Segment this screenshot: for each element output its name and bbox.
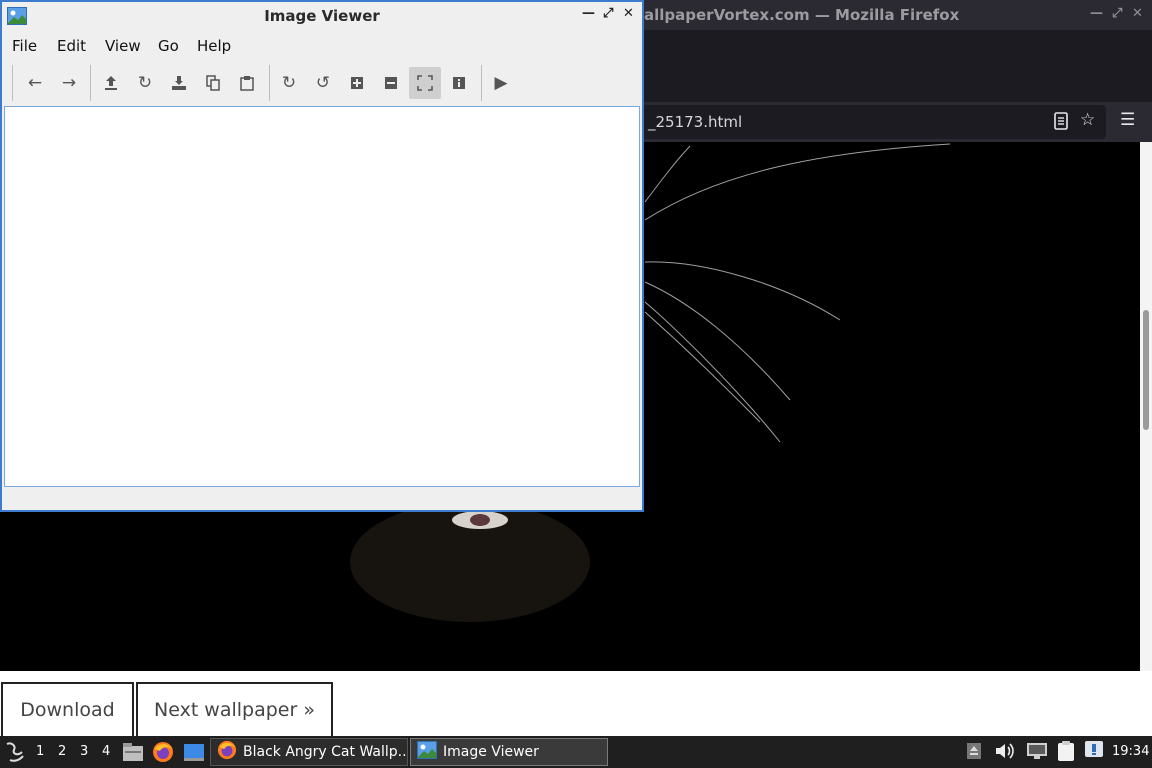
task-image-viewer[interactable]: Image Viewer bbox=[410, 738, 608, 766]
desktop-2[interactable]: 2 bbox=[58, 744, 66, 759]
close-icon[interactable]: ✕ bbox=[623, 6, 634, 21]
network-icon[interactable] bbox=[1026, 741, 1048, 765]
arrow-left-icon[interactable]: ← bbox=[19, 67, 51, 99]
menu-go[interactable]: Go bbox=[158, 37, 179, 55]
reload-icon[interactable]: ↻ bbox=[129, 67, 161, 99]
taskbar: 1 2 3 4 Black Angry Cat Wallp... Image V… bbox=[0, 736, 1152, 768]
url-text[interactable]: _25173.html bbox=[648, 113, 742, 131]
copy-icon[interactable] bbox=[197, 67, 229, 99]
desktop-icon[interactable] bbox=[183, 742, 205, 766]
firefox-window-title: allpaperVortex.com — Mozilla Firefox bbox=[644, 6, 960, 24]
paste-icon[interactable] bbox=[231, 67, 263, 99]
menu-view[interactable]: View bbox=[105, 37, 141, 55]
minimize-icon[interactable]: — bbox=[582, 6, 595, 21]
task-label: Black Angry Cat Wallp... bbox=[243, 744, 408, 760]
slideshow-icon[interactable]: ▶ bbox=[485, 67, 517, 99]
close-icon[interactable]: ✕ bbox=[1132, 6, 1143, 21]
menu-file[interactable]: File bbox=[12, 37, 37, 55]
eject-icon[interactable] bbox=[966, 742, 982, 764]
page-scrollbar-thumb[interactable] bbox=[1143, 310, 1149, 430]
start-menu-icon[interactable] bbox=[4, 740, 26, 768]
desktop-1[interactable]: 1 bbox=[36, 744, 44, 759]
maximize-icon[interactable]: ⤢ bbox=[603, 6, 613, 21]
bookmark-star-icon[interactable]: ☆ bbox=[1080, 110, 1095, 130]
menubar: File Edit View Go Help bbox=[2, 30, 642, 60]
next-wallpaper-button[interactable]: Next wallpaper » bbox=[136, 682, 333, 738]
firefox-icon bbox=[217, 740, 237, 764]
toolbar-separator bbox=[269, 65, 270, 101]
clock: 19:34 bbox=[1112, 744, 1150, 759]
notification-icon[interactable] bbox=[1084, 740, 1106, 766]
desktop-screen: allpaperVortex.com — Mozilla Firefox — ⤢… bbox=[0, 0, 1152, 768]
image-viewer-icon bbox=[417, 741, 437, 763]
toolbar-separator bbox=[90, 65, 91, 101]
toolbar-separator bbox=[12, 65, 13, 101]
upload-icon[interactable] bbox=[95, 67, 127, 99]
toolbar-separator bbox=[481, 65, 482, 101]
hamburger-menu-icon[interactable]: ☰ bbox=[1120, 110, 1135, 130]
clipboard-icon[interactable] bbox=[1056, 740, 1076, 766]
task-label: Image Viewer bbox=[443, 744, 539, 760]
firefox-launcher-icon[interactable] bbox=[152, 741, 174, 767]
image-viewer-window: Image Viewer — ⤢ ✕ File Edit View Go Hel… bbox=[0, 0, 644, 512]
reader-view-icon[interactable] bbox=[1053, 112, 1069, 135]
menu-help[interactable]: Help bbox=[197, 37, 231, 55]
save-icon[interactable] bbox=[163, 67, 195, 99]
desktop-4[interactable]: 4 bbox=[102, 744, 110, 759]
download-button[interactable]: Download bbox=[1, 682, 134, 738]
image-canvas[interactable] bbox=[4, 106, 640, 487]
zoom-out-icon[interactable] bbox=[375, 67, 407, 99]
arrow-right-icon[interactable]: → bbox=[53, 67, 85, 99]
zoom-in-icon[interactable] bbox=[341, 67, 373, 99]
file-manager-icon[interactable] bbox=[122, 742, 144, 766]
fit-icon[interactable] bbox=[409, 67, 441, 99]
rotate-ccw-icon[interactable]: ↺ bbox=[307, 67, 339, 99]
window-title: Image Viewer bbox=[264, 7, 380, 25]
menu-edit[interactable]: Edit bbox=[57, 37, 86, 55]
minimize-icon[interactable]: — bbox=[1090, 6, 1103, 21]
image-viewer-titlebar[interactable]: Image Viewer — ⤢ ✕ bbox=[2, 2, 642, 30]
desktop-3[interactable]: 3 bbox=[80, 744, 88, 759]
maximize-icon[interactable]: ⤢ bbox=[1112, 6, 1122, 21]
statusbar bbox=[2, 490, 642, 510]
volume-icon[interactable] bbox=[994, 741, 1014, 765]
toolbar: ← → ↻ ↻ ↺ ▶ bbox=[2, 62, 642, 104]
rotate-cw-icon[interactable]: ↻ bbox=[273, 67, 305, 99]
info-icon[interactable] bbox=[443, 67, 475, 99]
task-firefox[interactable]: Black Angry Cat Wallp... bbox=[210, 738, 408, 766]
